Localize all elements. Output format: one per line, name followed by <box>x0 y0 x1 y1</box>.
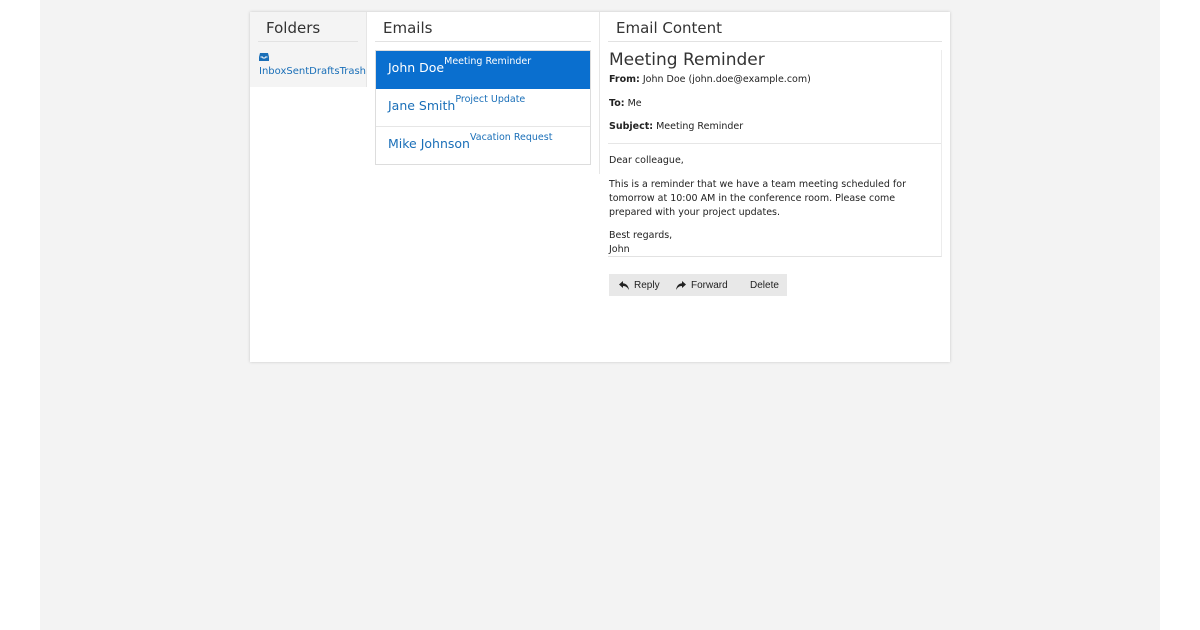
delete-label: Delete <box>750 279 779 291</box>
from-value: John Doe (john.doe@example.com) <box>642 74 811 85</box>
signoff-text: Best regards, <box>609 230 673 241</box>
header-separator <box>608 143 941 144</box>
reply-label: Reply <box>634 279 660 291</box>
email-subject: Meeting Reminder <box>444 56 532 67</box>
message-actions: Reply Forward Delete <box>609 274 787 296</box>
to-value: Me <box>627 98 642 109</box>
email-subject: Project Update <box>455 94 526 105</box>
email-sender: John Doe <box>388 60 445 75</box>
folders-title: Folders <box>258 12 358 42</box>
forward-button[interactable]: Forward <box>676 274 728 296</box>
folder-list: InboxSentDraftsTrash <box>259 66 366 77</box>
email-sender: Jane Smith <box>388 98 456 113</box>
content-title: Email Content <box>608 12 942 42</box>
email-item-john-doe[interactable]: John DoeMeeting Reminder <box>376 51 590 89</box>
subject-value: Meeting Reminder <box>656 121 744 132</box>
to-label: To: <box>609 98 625 109</box>
inbox-icon <box>259 53 269 61</box>
folder-drafts[interactable]: Drafts <box>309 66 339 77</box>
message-view: Meeting Reminder From: John Doe (john.do… <box>608 50 942 257</box>
message-to: To: Me <box>609 98 642 109</box>
folders-panel: Folders InboxSentDraftsTrash <box>250 12 367 87</box>
message-body: This is a reminder that we have a team m… <box>609 179 906 218</box>
content-panel: Email Content Meeting Reminder From: Joh… <box>600 12 950 362</box>
signature-text: John <box>609 244 630 255</box>
subject-label: Subject: <box>609 121 654 132</box>
emails-title: Emails <box>375 12 591 42</box>
folder-trash[interactable]: Trash <box>340 66 366 77</box>
reply-button[interactable]: Reply <box>619 274 660 296</box>
email-list: John DoeMeeting Reminder Jane SmithProje… <box>375 50 591 165</box>
folder-sent[interactable]: Sent <box>286 66 309 77</box>
folder-inbox[interactable]: Inbox <box>259 66 286 77</box>
message-from: From: John Doe (john.doe@example.com) <box>609 74 811 85</box>
email-item-jane-smith[interactable]: Jane SmithProject Update <box>376 89 590 127</box>
email-sender: Mike Johnson <box>388 136 470 151</box>
delete-button[interactable]: Delete <box>750 274 779 296</box>
emails-panel: Emails John DoeMeeting Reminder Jane Smi… <box>367 12 599 174</box>
message-subject-line: Subject: Meeting Reminder <box>609 121 743 132</box>
email-item-mike-johnson[interactable]: Mike JohnsonVacation Request <box>376 127 590 164</box>
forward-label: Forward <box>691 279 728 291</box>
email-subject: Vacation Request <box>469 132 553 143</box>
message-greeting: Dear colleague, <box>609 155 684 166</box>
message-signoff: Best regards, John <box>609 229 937 257</box>
reply-icon <box>619 280 629 290</box>
message-subject: Meeting Reminder <box>609 50 765 70</box>
forward-icon <box>676 280 686 290</box>
email-client: Folders InboxSentDraftsTrash Emails John… <box>250 12 950 362</box>
from-label: From: <box>609 74 640 85</box>
